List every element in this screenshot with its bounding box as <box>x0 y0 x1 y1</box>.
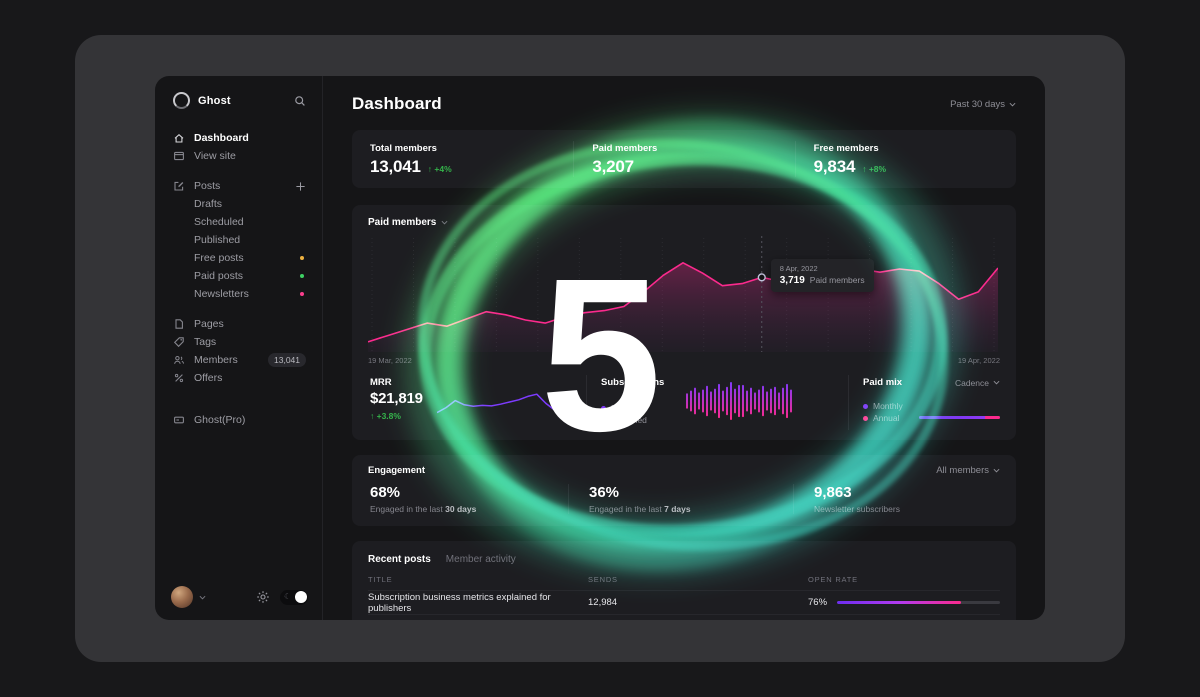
date-range-dropdown[interactable]: Past 30 days <box>950 99 1016 110</box>
subscriptions-section: Subscriptions New Canceled <box>586 375 848 430</box>
total-members-delta: ↑ +4% <box>428 164 452 174</box>
chevron-down-icon <box>993 468 1000 473</box>
sidebar-item-drafts[interactable]: Drafts <box>173 195 306 213</box>
ghost-admin-window: Ghost Dashboard View site <box>155 76 1045 620</box>
chevron-down-icon <box>1009 102 1016 107</box>
table-row[interactable]: Subscription business metrics explained … <box>368 590 1000 614</box>
paid-posts-dot <box>300 274 304 278</box>
chevron-down-icon <box>199 595 206 600</box>
sidebar-item-tags[interactable]: Tags <box>173 333 306 351</box>
sidebar-item-offers[interactable]: Offers <box>173 369 306 387</box>
sidebar-item-paid-posts[interactable]: Paid posts <box>173 267 306 285</box>
members-icon <box>173 354 185 366</box>
total-members-value: 13,041 <box>370 157 421 177</box>
paid-mix-bar <box>919 416 1000 419</box>
chart-title: Paid members <box>368 217 436 228</box>
engagement-30d-stat: 68% Engaged in the last 30 days <box>368 484 568 514</box>
engagement-card: Engagement All members 68% Engaged in th… <box>352 455 1016 526</box>
sidebar-item-dashboard[interactable]: Dashboard <box>173 129 306 147</box>
add-post-icon[interactable] <box>295 181 306 192</box>
engagement-7d-stat: 36% Engaged in the last 7 days <box>568 484 793 514</box>
members-count-badge: 13,041 <box>268 353 306 367</box>
x-axis-end: 19 Apr, 2022 <box>958 356 1000 365</box>
post-open-rate: 76% <box>808 597 1000 608</box>
sidebar-item-ghost-pro[interactable]: Ghost(Pro) <box>173 411 306 429</box>
page-title: Dashboard <box>352 94 442 114</box>
sidebar-item-scheduled[interactable]: Scheduled <box>173 213 306 231</box>
mrr-delta: ↑ +3.8% <box>370 411 423 421</box>
background-panel: Ghost Dashboard View site <box>75 35 1125 662</box>
free-members-delta: ↑ +8% <box>862 164 886 174</box>
settings-gear-icon[interactable] <box>256 590 270 604</box>
search-icon[interactable] <box>294 95 306 107</box>
legend-monthly: Monthly <box>863 400 903 412</box>
sidebar-item-view-site[interactable]: View site <box>173 147 306 165</box>
sidebar-item-label: Posts <box>194 180 220 192</box>
post-sends: 12,984 <box>588 597 808 608</box>
user-avatar[interactable] <box>171 586 193 608</box>
paid-members-chart[interactable]: 8 Apr, 2022 3,719 Paid members <box>368 234 1000 352</box>
tab-recent-posts[interactable]: Recent posts <box>368 554 431 565</box>
paid-members-stat: Paid members 3,207 <box>573 141 794 177</box>
all-members-dropdown[interactable]: All members <box>936 465 1000 476</box>
tag-icon <box>173 336 185 348</box>
members-stats-card: Total members 13,041 ↑ +4% Paid members … <box>352 130 1016 188</box>
brand-name: Ghost <box>198 95 231 107</box>
sidebar-item-pages[interactable]: Pages <box>173 315 306 333</box>
legend-annual: Annual <box>863 412 903 424</box>
edit-icon <box>173 180 185 192</box>
ghost-logo <box>173 92 190 109</box>
browser-icon <box>173 150 185 162</box>
post-title: Subscription business metrics explained … <box>368 592 588 614</box>
percent-icon <box>173 372 185 384</box>
sidebar-item-label: Dashboard <box>194 132 249 144</box>
newsletter-subscribers-stat: 9,863 Newsletter subscribers <box>793 484 1000 514</box>
sidebar-item-label: View site <box>194 150 236 162</box>
engagement-title: Engagement <box>368 465 425 476</box>
chevron-down-icon[interactable] <box>441 220 448 225</box>
paid-members-chart-card: Paid members 8 Apr, 2022 3,719 Paid memb… <box>352 205 1016 440</box>
cadence-dropdown[interactable]: Cadence <box>955 378 1000 388</box>
moon-icon: ☾ <box>284 593 291 601</box>
free-members-value: 9,834 <box>814 157 856 177</box>
file-icon <box>173 318 185 330</box>
dark-mode-toggle[interactable]: ☾ <box>280 590 308 605</box>
paid-mix-label: Paid mix <box>863 377 902 388</box>
tab-member-activity[interactable]: Member activity <box>446 554 516 565</box>
sidebar: Ghost Dashboard View site <box>155 76 323 620</box>
mrr-section: MRR $21,819 ↑ +3.8% <box>368 375 586 430</box>
paid-members-value: 3,207 <box>592 157 634 177</box>
sidebar-item-posts[interactable]: Posts <box>173 177 306 195</box>
main-content: Dashboard Past 30 days Total members 13,… <box>323 76 1045 620</box>
subscriptions-label: Subscriptions <box>601 377 664 388</box>
table-row[interactable]: How to create a valuable offer that conv… <box>368 614 1000 620</box>
sidebar-item-published[interactable]: Published <box>173 231 306 249</box>
legend-new: New <box>601 402 664 414</box>
mrr-label: MRR <box>370 377 423 388</box>
mrr-sparkline <box>437 385 555 419</box>
sidebar-item-free-posts[interactable]: Free posts <box>173 249 306 267</box>
paid-mix-section: Paid mix Cadence Monthly <box>848 375 1000 430</box>
chart-tooltip: 8 Apr, 2022 3,719 Paid members <box>771 259 874 292</box>
home-icon <box>173 132 185 144</box>
chevron-down-icon <box>993 380 1000 385</box>
free-posts-dot <box>300 256 304 260</box>
sidebar-item-members[interactable]: Members 13,041 <box>173 351 306 369</box>
subscriptions-bar-chart <box>686 379 798 423</box>
recent-posts-card: Recent posts Member activity TITLE SENDS… <box>352 541 1016 620</box>
newsletters-dot <box>300 292 304 296</box>
free-members-stat: Free members 9,834 ↑ +8% <box>795 141 1016 177</box>
total-members-stat: Total members 13,041 ↑ +4% <box>352 141 573 177</box>
mrr-value: $21,819 <box>370 390 423 407</box>
table-header: TITLE SENDS OPEN RATE <box>368 575 1000 590</box>
card-icon <box>173 414 185 426</box>
sidebar-item-newsletters[interactable]: Newsletters <box>173 285 306 303</box>
legend-canceled: Canceled <box>601 414 664 426</box>
x-axis-start: 19 Mar, 2022 <box>368 356 412 365</box>
